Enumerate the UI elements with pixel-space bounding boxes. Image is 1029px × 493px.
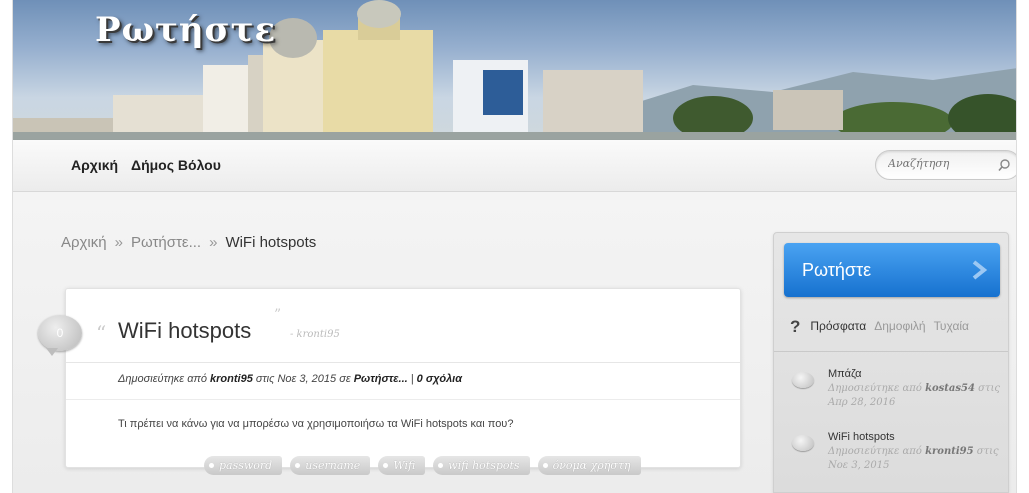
meta-author-link[interactable]: kronti95 [210, 373, 253, 385]
post-card: 0 “ WiFi hotspots ” - kronti95 Δημοσιεύτ… [38, 288, 741, 475]
close-quote-icon: ” [274, 307, 282, 323]
tag-wifi-hotspots[interactable]: wifi hotspots [433, 456, 530, 475]
nav-item-home[interactable]: Αρχική [71, 157, 118, 173]
breadcrumb-section[interactable]: Ρωτήστε... [131, 234, 201, 251]
list-item-meta: Δημοσιεύτηκε από kronti95 στις Νοε 3, 201… [828, 445, 1002, 473]
chevron-right-icon [972, 260, 988, 280]
main-content: Αρχική » Ρωτήστε... » WiFi hotspots 0 “ WiFi… [13, 192, 1016, 493]
meta-prefix: Δημοσιεύτηκε από [828, 383, 926, 394]
tag-onoma-xristi[interactable]: όνομα χρήστη [537, 456, 641, 475]
list-item-title[interactable]: WiFi hotspots [828, 431, 895, 443]
tab-popular[interactable]: Δημοφιλή [874, 319, 925, 333]
tag-username[interactable]: username [290, 456, 371, 475]
meta-on: στις [974, 383, 1001, 394]
comment-bubble-icon [792, 372, 814, 388]
search-box [875, 150, 1016, 180]
ask-button-label: Ρωτήστε [802, 260, 872, 280]
post-title[interactable]: WiFi hotspots [118, 318, 251, 344]
tab-random[interactable]: Τυχαία [934, 319, 969, 333]
meta-date: Απρ 28, 2016 [828, 397, 896, 408]
question-icon: ? [790, 317, 801, 336]
page-frame: Ρωτήστε Αρχική Δήμος Βόλου Αρχική » Ρωτήστ… [12, 0, 1017, 493]
meta-date: Νοε 3, 2015 [828, 460, 890, 471]
breadcrumb: Αρχική » Ρωτήστε... » WiFi hotspots [61, 234, 316, 251]
meta-prefix: Δημοσιεύτηκε από [828, 446, 926, 457]
post-header: 0 “ WiFi hotspots ” - kronti95 [38, 289, 740, 363]
meta-comments-link[interactable]: 0 σχόλια [417, 373, 462, 385]
nav-item-dimos-volou[interactable]: Δήμος Βόλου [131, 157, 221, 173]
main-nav: Αρχική Δήμος Βόλου [13, 140, 1016, 192]
ask-button[interactable]: Ρωτήστε [784, 243, 1000, 297]
header-banner: Ρωτήστε [13, 0, 1016, 140]
breadcrumb-separator: » [209, 234, 218, 251]
breadcrumb-current: WiFi hotspots [225, 234, 317, 251]
search-icon[interactable] [997, 158, 1011, 172]
divider [774, 351, 1008, 352]
meta-category-link[interactable]: Ρωτήστε... [354, 373, 408, 385]
tag-password[interactable]: password [204, 456, 283, 475]
comment-count-bubble[interactable]: 0 [38, 315, 82, 356]
list-item-title[interactable]: Μπάζα [828, 368, 861, 380]
meta-on: στις [973, 446, 999, 457]
tag-list: password username Wifi wifi hotspots όνομα χ… [204, 456, 649, 476]
open-quote-icon: “ [96, 321, 107, 345]
site-logo[interactable]: Ρωτήστε [95, 10, 276, 50]
meta-prefix: Δημοσιεύτηκε από [118, 373, 211, 385]
breadcrumb-home[interactable]: Αρχική [61, 234, 107, 251]
search-input[interactable] [888, 157, 988, 170]
sidebar: Ρωτήστε ? Πρόσφατα Δημοφιλή Τυχαία Μπάζα Δη… [773, 232, 1009, 493]
divider [66, 399, 740, 400]
meta-author-link[interactable]: kronti95 [925, 446, 973, 457]
list-item-meta: Δημοσιεύτηκε από kostas54 στις Απρ 28, 20… [828, 382, 1002, 410]
tab-recent[interactable]: Πρόσφατα [810, 319, 866, 333]
breadcrumb-separator: » [114, 234, 123, 251]
meta-author-link[interactable]: kostas54 [925, 383, 975, 394]
meta-date: στις Νοε 3, 2015 σε [252, 373, 354, 385]
post-body: Τι πρέπει να κάνω για να μπορέσω να χρησ… [118, 418, 514, 430]
sidebar-tabs: ? Πρόσφατα Δημοφιλή Τυχαία [790, 317, 977, 337]
comment-bubble-icon [792, 435, 814, 451]
post-meta: Δημοσιεύτηκε από kronti95 στις Νοε 3, 20… [118, 373, 462, 385]
meta-separator: | [407, 373, 417, 385]
tag-wifi[interactable]: Wifi [378, 456, 426, 475]
post-author-tag[interactable]: - kronti95 [290, 329, 340, 340]
